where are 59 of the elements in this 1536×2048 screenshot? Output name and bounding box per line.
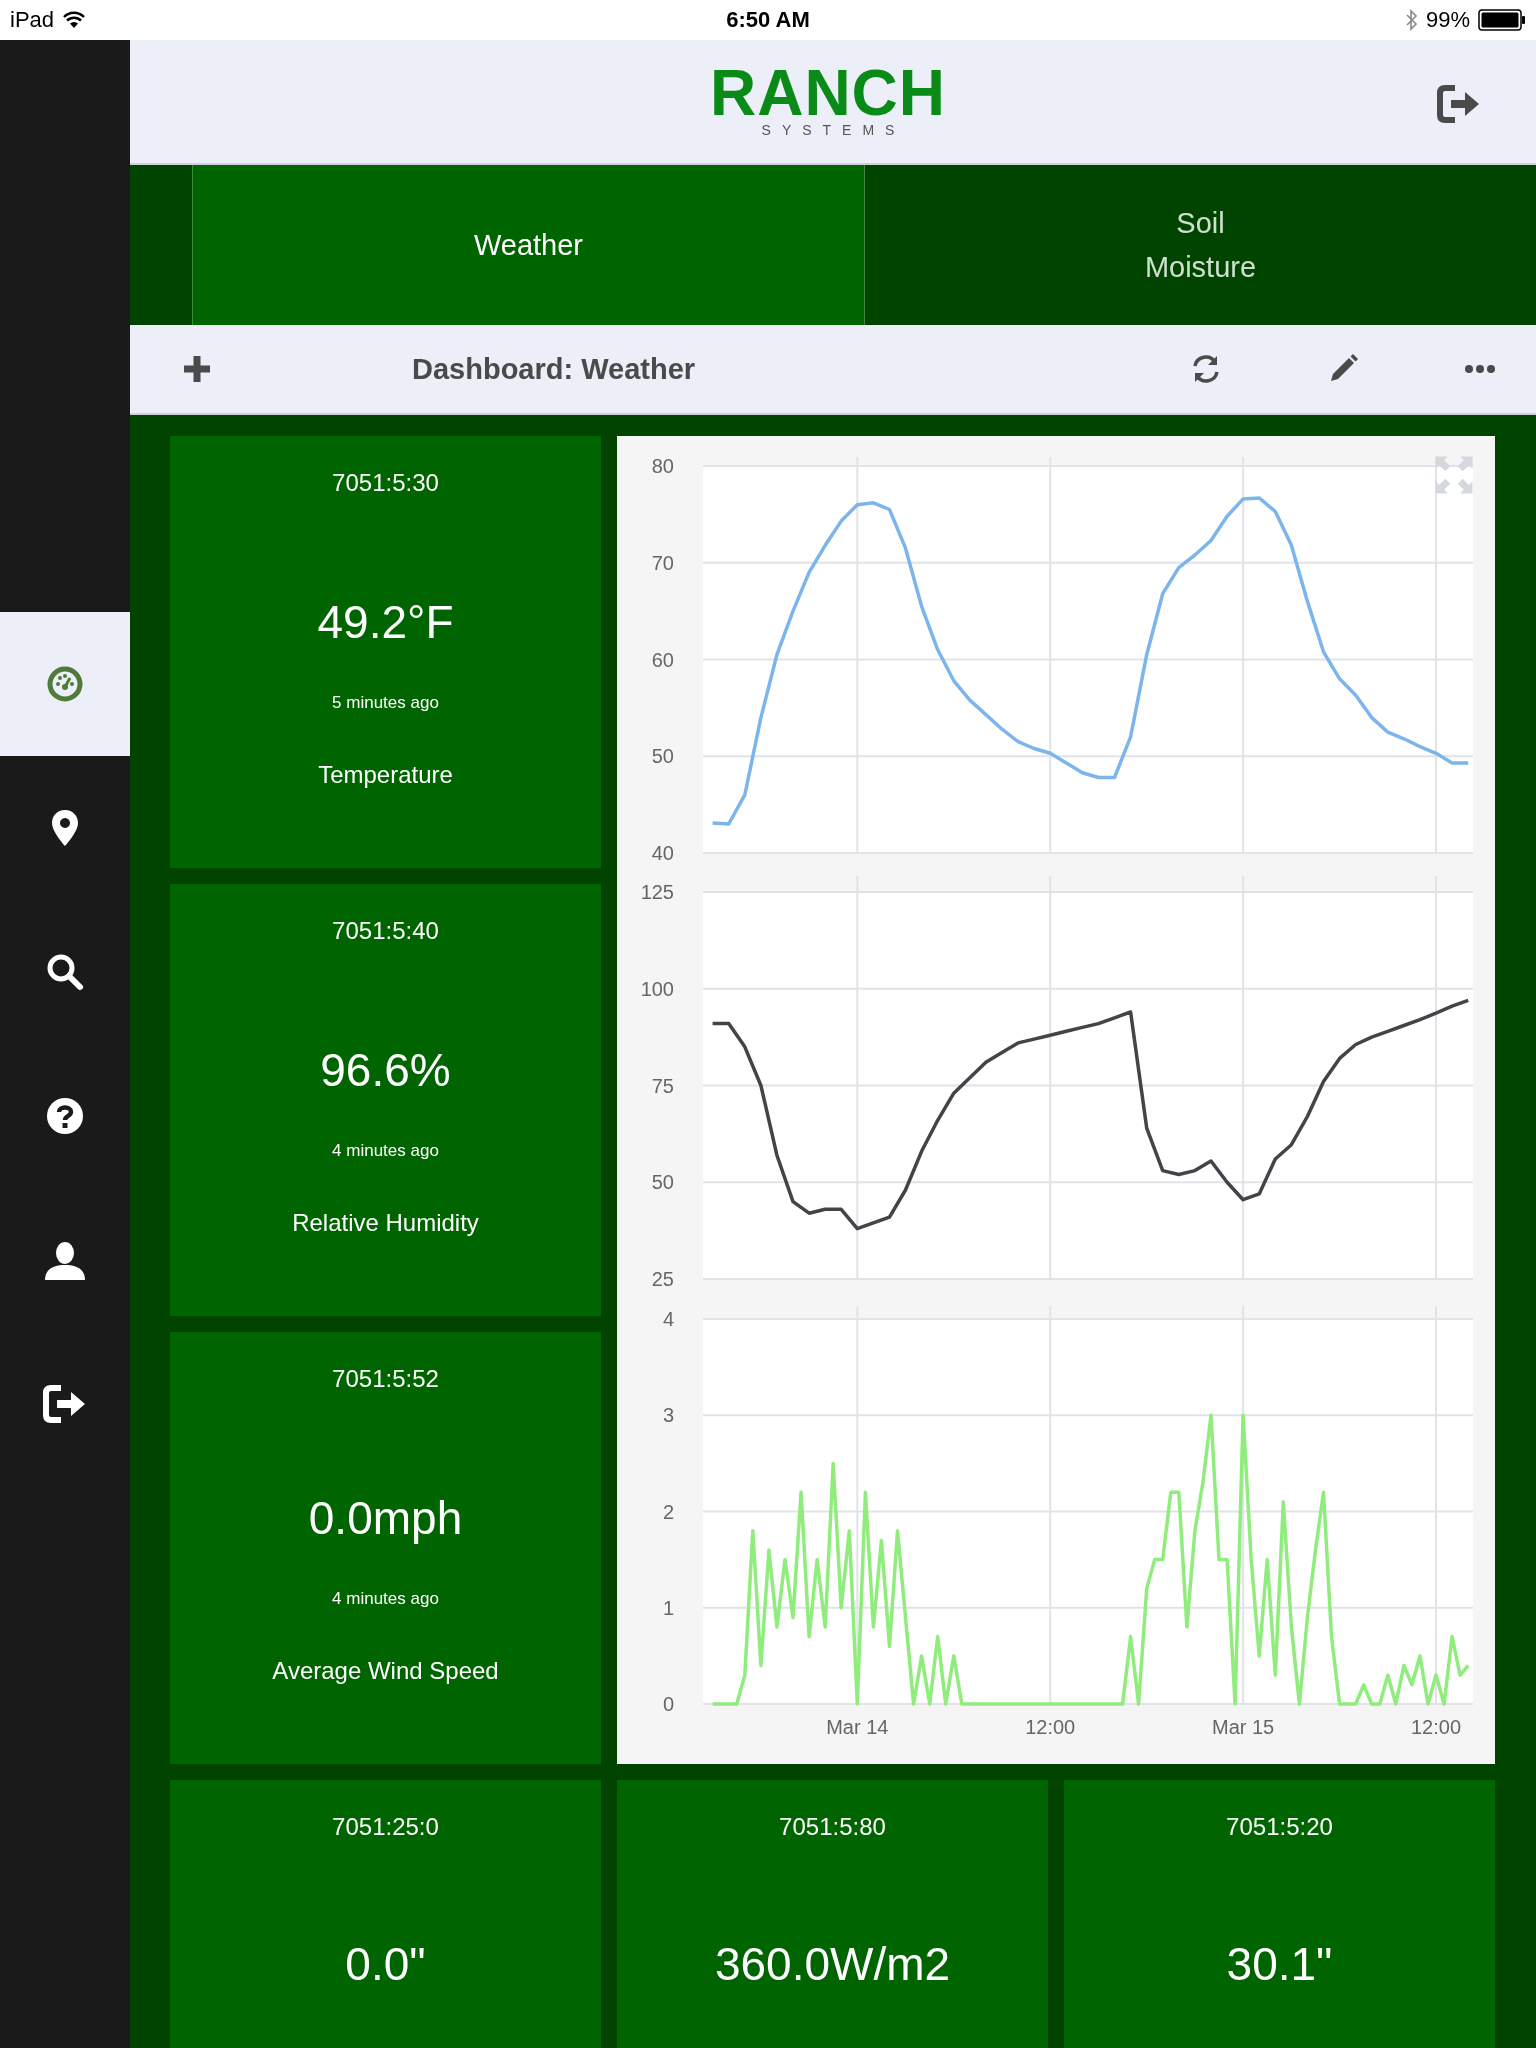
sensor-tile[interactable]: 7051:5:52 0.0mph 4 minutes ago Average Wind Speed — [170, 1332, 601, 1764]
battery-percent: 99% — [1425, 7, 1470, 33]
axis-label: 40 — [651, 842, 674, 864]
sensor-id: 7051:5:80 — [779, 1813, 886, 1841]
update-time: 5 minutes ago — [332, 693, 439, 713]
sensor-id: 7051:25:0 — [332, 1813, 439, 1841]
sensor-reading: 0.0mph — [308, 1491, 463, 1545]
sensor-id: 7051:5:20 — [1226, 1813, 1333, 1841]
update-time: 4 minutes ago — [332, 1141, 439, 1161]
more-icon[interactable] — [1464, 364, 1496, 374]
logout-icon[interactable] — [1437, 84, 1481, 124]
axis-label: 100 — [640, 977, 674, 1000]
axis-label: 25 — [651, 1268, 674, 1290]
axis-label: 75 — [651, 1074, 674, 1097]
logo-wordmark: RANCH — [709, 64, 947, 121]
logo-tagline: SYSTEMS — [761, 120, 906, 139]
sensor-tile[interactable]: 7051:5:20 30.1" — [1064, 1780, 1495, 2048]
sensor-tile[interactable]: 7051:5:40 96.6% 4 minutes ago Relative Humidity — [170, 884, 601, 1316]
axis-label: 50 — [651, 745, 674, 768]
dashboard-title: Dashboard: Weather — [412, 352, 697, 386]
battery-icon — [1478, 9, 1526, 31]
sensor-reading: 96.6% — [320, 1043, 451, 1097]
sensor-reading: 0.0" — [345, 1937, 426, 1991]
sensor-id: 7051:5:40 — [332, 917, 439, 945]
axis-label: 3 — [662, 1404, 674, 1427]
logout-icon — [43, 1384, 87, 1424]
axis-label: 12:00 — [1025, 1716, 1076, 1738]
refresh-icon[interactable] — [1190, 353, 1222, 385]
axis-label: 125 — [640, 881, 674, 903]
axis-label: 60 — [651, 648, 674, 671]
tab[interactable]: Weather — [192, 165, 865, 325]
axis-label: Mar 14 — [826, 1716, 889, 1738]
user-icon — [43, 1240, 87, 1280]
axis-label: 1 — [662, 1596, 674, 1619]
sensor-name: Average Wind Speed — [272, 1657, 499, 1685]
status-time: 6:50 AM — [726, 7, 810, 33]
axis-label: 2 — [662, 1500, 674, 1523]
axis-label: 70 — [651, 551, 674, 574]
axis-label: 4 — [662, 1308, 674, 1330]
sensor-id: 7051:5:52 — [332, 1365, 439, 1393]
update-time: 4 minutes ago — [332, 1589, 439, 1609]
sensor-tile[interactable]: 7051:5:30 49.2°F 5 minutes ago Temperature — [170, 436, 601, 868]
sensor-reading: 30.1" — [1226, 1937, 1333, 1991]
axis-label: 12:00 — [1411, 1716, 1462, 1738]
axis-label: 50 — [651, 1171, 674, 1194]
wifi-icon — [62, 11, 87, 29]
device-name: iPad — [10, 7, 55, 33]
axis-label: Mar 15 — [1212, 1716, 1275, 1738]
axis-label: 80 — [651, 455, 674, 477]
axis-label: 0 — [662, 1693, 674, 1715]
sensor-tile[interactable]: 7051:5:80 360.0W/m2 — [617, 1780, 1048, 2048]
sensor-tile[interactable]: 7051:25:0 0.0" — [170, 1780, 601, 2048]
bluetooth-icon — [1405, 9, 1418, 31]
sensor-name: Relative Humidity — [292, 1209, 479, 1237]
sensor-reading: 49.2°F — [317, 595, 454, 649]
add-icon[interactable] — [182, 354, 212, 384]
sensor-reading: 360.0W/m2 — [714, 1937, 951, 1991]
sensor-name: Temperature — [318, 761, 453, 789]
sensor-id: 7051:5:30 — [332, 469, 439, 497]
